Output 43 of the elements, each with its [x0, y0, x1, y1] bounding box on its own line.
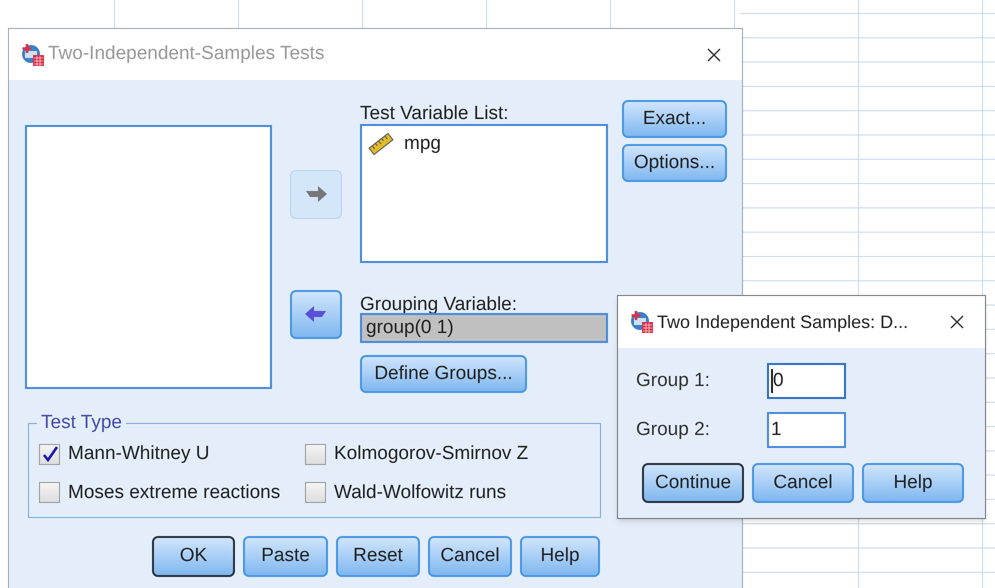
checkbox-label[interactable]: Wald-Wolfowitz runs	[334, 478, 506, 507]
arrow-icon	[304, 304, 328, 324]
field-label: Group 1:	[636, 368, 711, 393]
group-title: Test Type	[37, 412, 126, 434]
move-arrow-button[interactable]	[290, 290, 342, 339]
dialog-button[interactable]: Continue	[642, 463, 744, 503]
text-cursor	[771, 369, 773, 393]
dialog-button[interactable]: Options...	[622, 144, 727, 182]
field-label: Grouping Variable:	[360, 293, 518, 313]
test-variable-list[interactable]: mpg	[360, 124, 608, 263]
field-label: Test Variable List:	[360, 102, 510, 124]
checkmark-icon	[42, 446, 58, 462]
window-title: Two Independent Samples: D...	[657, 310, 910, 334]
app-icon	[21, 42, 45, 66]
field-label: Group 2:	[636, 418, 711, 442]
define-groups-button[interactable]: Define Groups...	[360, 355, 527, 393]
window-title: Two-Independent-Samples Tests	[48, 42, 326, 66]
dialog-button[interactable]: Cancel	[752, 463, 854, 503]
grouping-variable-field[interactable]: group(0 1)	[360, 313, 608, 343]
arrow-icon	[304, 184, 328, 204]
source-variable-list[interactable]	[25, 125, 272, 389]
dialog-button[interactable]: OK	[152, 536, 235, 577]
dialog-button[interactable]: Exact...	[622, 100, 727, 138]
checkbox-label[interactable]: Kolmogorov-Smirnov Z	[334, 440, 528, 468]
app-icon	[630, 310, 654, 334]
group-value-field[interactable]: 1	[767, 412, 846, 448]
checkbox[interactable]	[39, 444, 60, 465]
dialog-button[interactable]: Help	[520, 536, 600, 577]
dialog-button[interactable]: Paste	[243, 536, 328, 577]
group-value-field[interactable]: 0	[767, 363, 846, 399]
variable-name[interactable]: mpg	[404, 130, 441, 158]
field-value: 0	[773, 368, 784, 393]
dialog-button[interactable]: Cancel	[428, 536, 512, 577]
dialog-button[interactable]: Help	[862, 463, 964, 503]
checkbox[interactable]	[39, 482, 60, 504]
checkbox-label[interactable]: Mann-Whitney U	[68, 440, 210, 468]
dialog-button[interactable]: Reset	[336, 536, 420, 577]
checkbox[interactable]	[305, 444, 326, 465]
field-value: 1	[771, 418, 782, 442]
close-icon[interactable]	[949, 314, 965, 330]
close-icon[interactable]	[706, 46, 722, 62]
checkbox-label[interactable]: Moses extreme reactions	[68, 478, 280, 507]
checkbox[interactable]	[305, 482, 326, 504]
